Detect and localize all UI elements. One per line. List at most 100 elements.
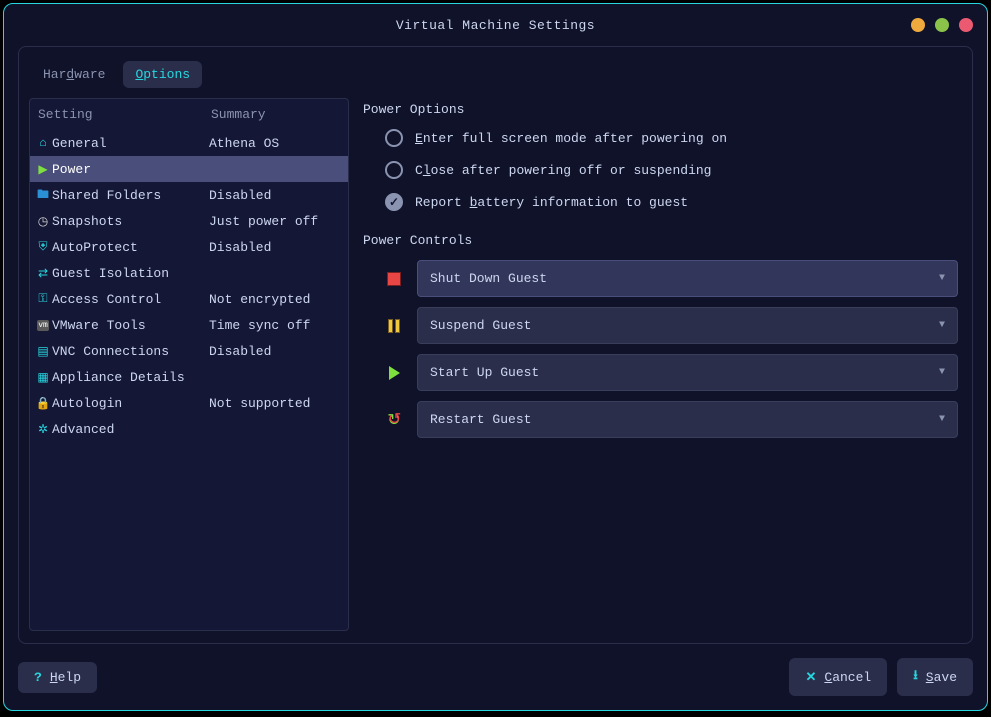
gear-icon: ✲: [34, 422, 52, 437]
settings-list-header: Setting Summary: [30, 99, 348, 130]
sidebar-item-vmware-tools[interactable]: vmVMware ToolsTime sync off: [30, 312, 348, 338]
window-controls: [911, 18, 973, 32]
play-icon: [385, 364, 403, 382]
option-label: Enter full screen mode after powering on: [415, 131, 727, 146]
sidebar-item-summary: Disabled: [209, 344, 344, 359]
sidebar-item-label: Shared Folders: [52, 188, 209, 203]
cancel-icon: ✕: [805, 670, 816, 685]
sidebar-item-snapshots[interactable]: ◷SnapshotsJust power off: [30, 208, 348, 234]
titlebar: Virtual Machine Settings: [4, 4, 987, 46]
sidebar-item-summary: Time sync off: [209, 318, 344, 333]
general-icon: ⌂: [34, 136, 52, 150]
sidebar-item-summary: Just power off: [209, 214, 344, 229]
help-button[interactable]: ? Help: [18, 662, 97, 693]
cancel-button[interactable]: ✕ Cancel: [789, 658, 887, 696]
sidebar-item-label: Snapshots: [52, 214, 209, 229]
power-control-play: Start Up Guest ▼: [385, 354, 958, 391]
option-label: Report battery information to guest: [415, 195, 688, 210]
power-control-stop: Shut Down Guest ▼: [385, 260, 958, 297]
vnc-icon: ▤: [34, 344, 52, 359]
vmw-icon: vm: [34, 320, 52, 331]
save-button[interactable]: ⭳ Save: [897, 658, 973, 696]
radio-icon[interactable]: [385, 129, 403, 147]
pause-icon: [385, 317, 403, 335]
sidebar-item-general[interactable]: ⌂GeneralAthena OS: [30, 130, 348, 156]
settings-detail: Power Options Enter full screen mode aft…: [363, 98, 962, 631]
shield-icon: ⛨: [34, 240, 52, 254]
col-header-setting: Setting: [36, 107, 211, 122]
iso-icon: ⇄: [34, 266, 52, 281]
option-label: Close after powering off or suspending: [415, 163, 711, 178]
appl-icon: ▦: [34, 370, 52, 385]
col-header-summary: Summary: [211, 107, 342, 122]
sidebar-item-label: Appliance Details: [52, 370, 209, 385]
snap-icon: ◷: [34, 214, 52, 229]
sidebar-item-label: Power: [52, 162, 209, 177]
power-option-2[interactable]: Report battery information to guest: [385, 193, 958, 211]
radio-icon[interactable]: [385, 161, 403, 179]
sidebar-item-autoprotect[interactable]: ⛨AutoProtectDisabled: [30, 234, 348, 260]
dropdown-value: Start Up Guest: [430, 365, 539, 380]
sidebar-item-label: Autologin: [52, 396, 209, 411]
sidebar-item-label: VMware Tools: [52, 318, 209, 333]
sidebar-item-vnc-connections[interactable]: ▤VNC ConnectionsDisabled: [30, 338, 348, 364]
sidebar-item-autologin[interactable]: 🔒AutologinNot supported: [30, 390, 348, 416]
sidebar-item-appliance-details[interactable]: ▦Appliance Details: [30, 364, 348, 390]
sidebar-item-summary: Disabled: [209, 240, 344, 255]
chevron-down-icon: ▼: [939, 273, 945, 284]
save-label: Save: [926, 670, 957, 685]
power-option-0[interactable]: Enter full screen mode after powering on: [385, 129, 958, 147]
sidebar-item-power[interactable]: ▶Power: [30, 156, 348, 182]
sidebar-item-summary: Not supported: [209, 396, 344, 411]
power-control-dropdown[interactable]: Shut Down Guest ▼: [417, 260, 958, 297]
sidebar-item-label: Access Control: [52, 292, 209, 307]
footer-right: ✕ Cancel ⭳ Save: [789, 658, 973, 696]
settings-window: Virtual Machine Settings Hardware Option…: [3, 3, 988, 711]
sidebar-item-shared-folders[interactable]: 🖿Shared FoldersDisabled: [30, 182, 348, 208]
sidebar-item-label: AutoProtect: [52, 240, 209, 255]
restart-icon: ↻: [385, 411, 403, 429]
tab-options[interactable]: Options: [123, 61, 202, 88]
power-control-dropdown[interactable]: Start Up Guest ▼: [417, 354, 958, 391]
power-controls-title: Power Controls: [363, 233, 958, 248]
checkbox-icon[interactable]: [385, 193, 403, 211]
power-controls-group: Shut Down Guest▼Suspend Guest▼Start Up G…: [363, 260, 958, 438]
sidebar-item-guest-isolation[interactable]: ⇄Guest Isolation: [30, 260, 348, 286]
key-icon: ⚿: [34, 292, 52, 306]
power-option-1[interactable]: Close after powering off or suspending: [385, 161, 958, 179]
power-control-restart: ↻ Restart Guest▼: [385, 401, 958, 438]
dropdown-value: Suspend Guest: [430, 318, 531, 333]
power-options-title: Power Options: [363, 102, 958, 117]
power-icon: ▶: [34, 162, 52, 177]
sidebar-item-access-control[interactable]: ⚿Access ControlNot encrypted: [30, 286, 348, 312]
maximize-button[interactable]: [935, 18, 949, 32]
settings-list: Setting Summary ⌂GeneralAthena OS▶Power🖿…: [29, 98, 349, 631]
power-options-group: Enter full screen mode after powering on…: [363, 129, 958, 211]
chevron-down-icon: ▼: [939, 320, 945, 331]
sidebar-item-label: General: [52, 136, 209, 151]
folder-icon: 🖿: [34, 185, 52, 206]
power-control-pause: Suspend Guest ▼: [385, 307, 958, 344]
window-title: Virtual Machine Settings: [396, 18, 595, 33]
close-button[interactable]: [959, 18, 973, 32]
help-label: Help: [50, 670, 81, 685]
power-control-dropdown[interactable]: Restart Guest▼: [417, 401, 958, 438]
chevron-down-icon: ▼: [939, 367, 945, 378]
power-control-dropdown[interactable]: Suspend Guest ▼: [417, 307, 958, 344]
footer: ? Help ✕ Cancel ⭳ Save: [4, 658, 987, 710]
sidebar-item-advanced[interactable]: ✲Advanced: [30, 416, 348, 442]
sidebar-item-label: VNC Connections: [52, 344, 209, 359]
cancel-label: Cancel: [824, 670, 871, 685]
sidebar-item-summary: Athena OS: [209, 136, 344, 151]
sidebar-item-label: Guest Isolation: [52, 266, 209, 281]
minimize-button[interactable]: [911, 18, 925, 32]
tab-bar: Hardware Options: [29, 57, 962, 88]
dropdown-value: Shut Down Guest: [430, 271, 547, 286]
sidebar-item-label: Advanced: [52, 422, 209, 437]
sidebar-item-summary: Disabled: [209, 188, 344, 203]
main-area: Setting Summary ⌂GeneralAthena OS▶Power🖿…: [29, 98, 962, 631]
settings-list-body: ⌂GeneralAthena OS▶Power🖿Shared FoldersDi…: [30, 130, 348, 442]
tab-hardware[interactable]: Hardware: [31, 61, 117, 88]
stop-icon: [385, 270, 403, 288]
content-panel: Hardware Options Setting Summary ⌂Genera…: [18, 46, 973, 644]
